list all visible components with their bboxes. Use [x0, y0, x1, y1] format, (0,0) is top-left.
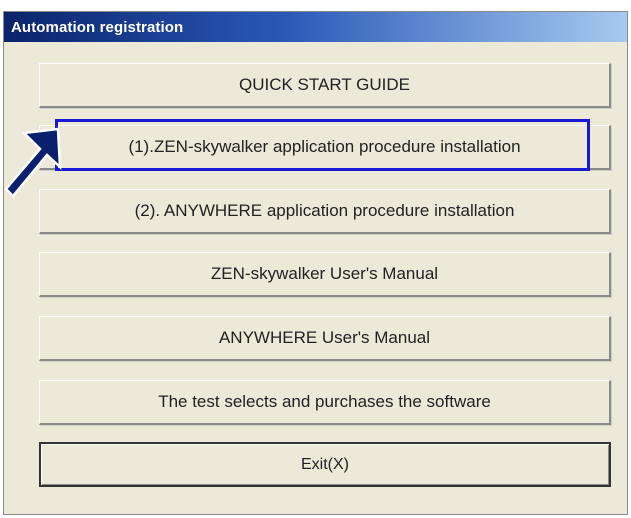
anywhere-manual-button[interactable]: ANYWHERE User's Manual [39, 316, 611, 361]
pointer-arrow-icon [4, 127, 62, 198]
quick-start-guide-button[interactable]: QUICK START GUIDE [39, 63, 611, 108]
zen-skywalker-manual-button[interactable]: ZEN-skywalker User's Manual [39, 252, 611, 297]
test-purchase-software-button[interactable]: The test selects and purchases the softw… [39, 380, 611, 425]
exit-button[interactable]: Exit(X) [39, 442, 611, 487]
anywhere-install-button[interactable]: (2). ANYWHERE application procedure inst… [39, 189, 611, 234]
automation-registration-window: Automation registration QUICK START GUID… [3, 11, 628, 515]
title-bar[interactable]: Automation registration [4, 12, 627, 42]
zen-skywalker-install-button[interactable]: (1).ZEN-skywalker application procedure … [39, 125, 611, 170]
window-title: Automation registration [11, 18, 184, 36]
